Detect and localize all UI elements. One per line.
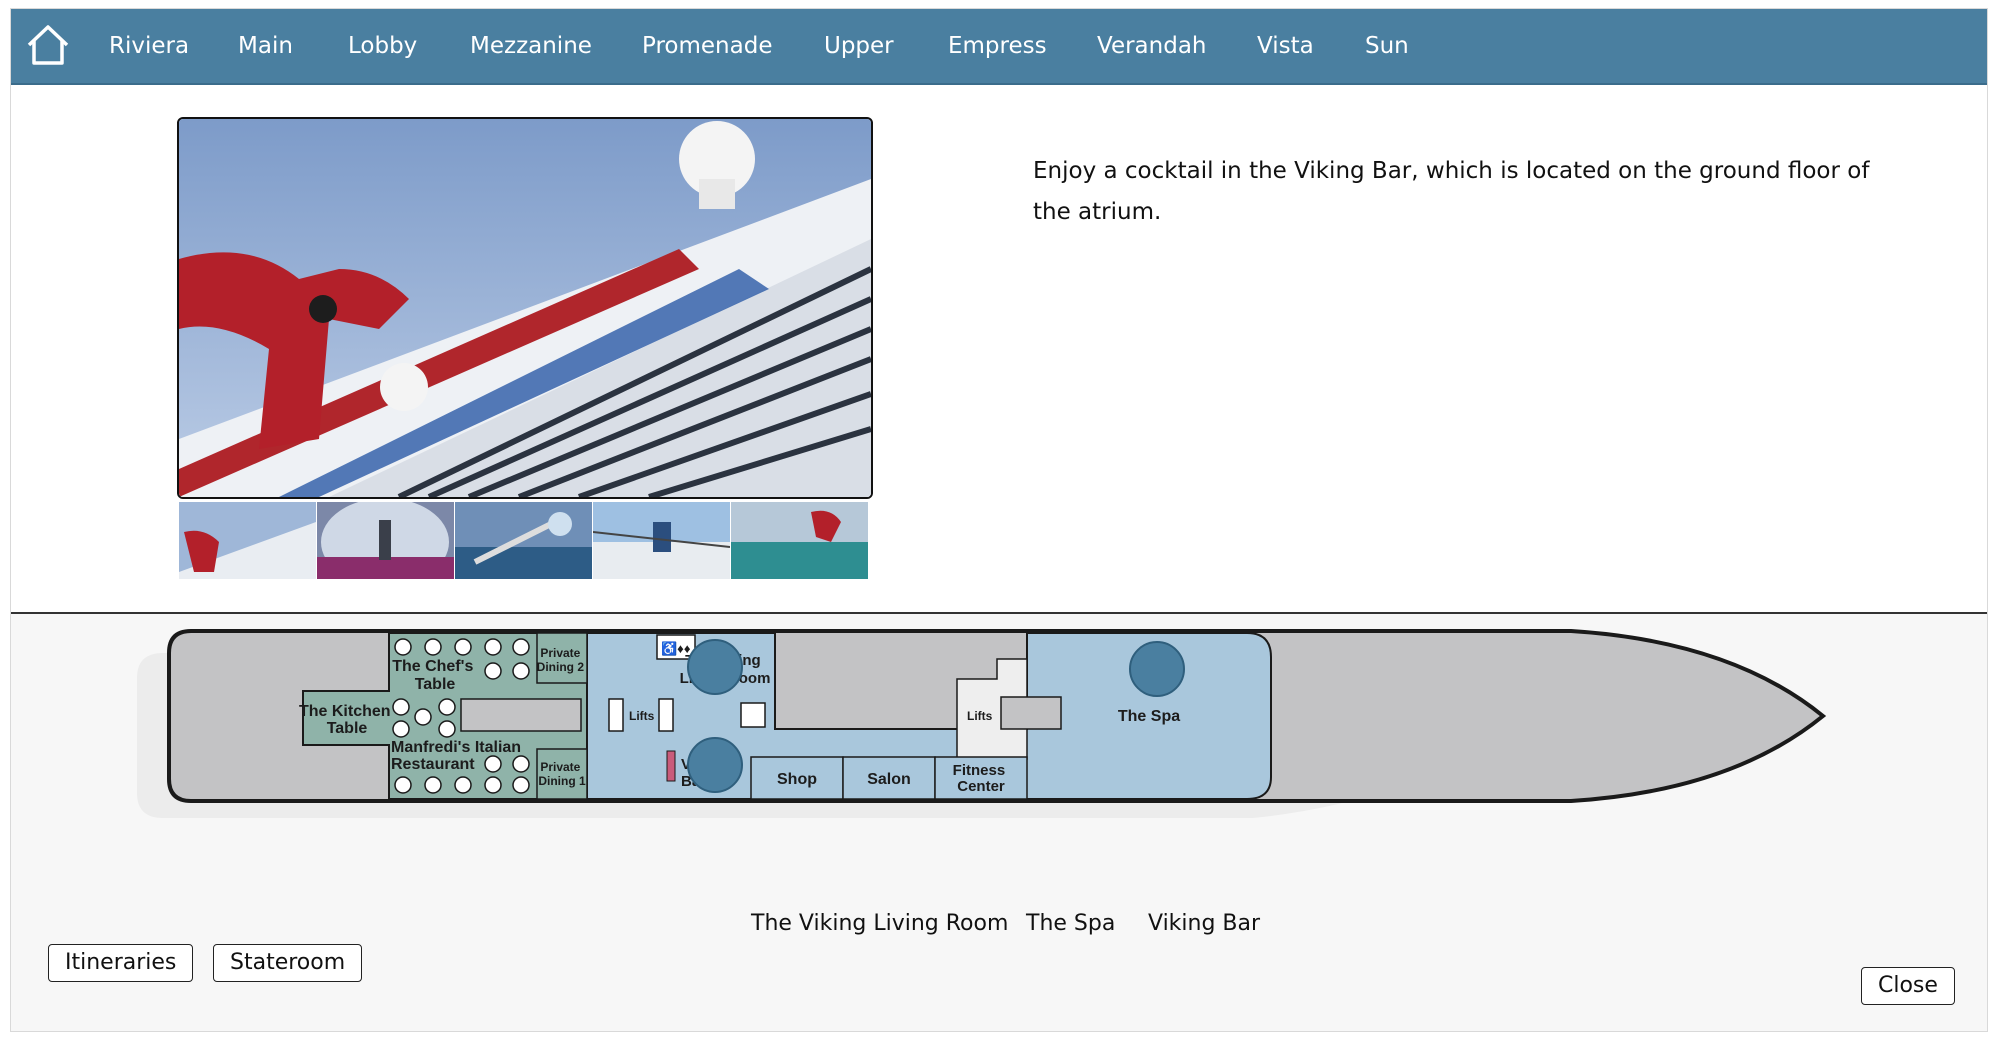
nav-deck-sun[interactable]: Sun bbox=[1365, 9, 1409, 83]
label-private-dining-2-b: Dining 2 bbox=[537, 660, 585, 674]
stateroom-button[interactable]: Stateroom bbox=[213, 944, 363, 982]
nav-deck-main[interactable]: Main bbox=[238, 9, 293, 83]
deck-viewer-window: Riviera Main Lobby Mezzanine Promenade U… bbox=[10, 8, 1988, 1032]
venue-description: Enjoy a cocktail in the Viking Bar, whic… bbox=[1033, 158, 1870, 225]
home-icon bbox=[27, 25, 69, 65]
marker-viking-bar[interactable] bbox=[687, 737, 743, 793]
nav-deck-empress[interactable]: Empress bbox=[948, 9, 1047, 83]
label-lifts-fwd: Lifts bbox=[967, 709, 993, 723]
nav-deck-vista[interactable]: Vista bbox=[1257, 9, 1314, 83]
legend-living-room[interactable]: The Viking Living Room bbox=[751, 911, 1008, 936]
gallery-thumbnail[interactable] bbox=[593, 502, 731, 579]
gallery-thumbnail[interactable] bbox=[317, 502, 455, 579]
venue-detail-panel: Enjoy a cocktail in the Viking Bar, whic… bbox=[11, 85, 1987, 612]
label-kitchen-table-1: The Kitchen bbox=[299, 703, 391, 720]
label-lifts-aft: Lifts bbox=[629, 709, 655, 723]
marker-spa[interactable] bbox=[1129, 641, 1185, 697]
label-salon: Salon bbox=[867, 771, 911, 788]
nav-deck-verandah[interactable]: Verandah bbox=[1097, 9, 1207, 83]
gallery-thumbnail[interactable] bbox=[731, 502, 868, 579]
label-chefs-table-1: The Chef's bbox=[392, 658, 473, 675]
marker-living-room[interactable] bbox=[687, 639, 743, 695]
label-fitness-1: Fitness bbox=[953, 762, 1006, 779]
label-private-dining-1-a: Private bbox=[540, 760, 580, 774]
deck-plan-panel: ♿♦♦ The Kitchen Table The Chef's Table M… bbox=[11, 614, 1987, 1031]
itineraries-button[interactable]: Itineraries bbox=[48, 944, 194, 982]
deck-plan-map: ♿♦♦ The Kitchen Table The Chef's Table M… bbox=[137, 629, 1827, 818]
label-private-dining-1-b: Dining 1 bbox=[538, 774, 586, 788]
home-button[interactable] bbox=[25, 23, 71, 67]
label-chefs-table-2: Table bbox=[415, 676, 456, 693]
nav-deck-lobby[interactable]: Lobby bbox=[348, 9, 417, 83]
nav-deck-upper[interactable]: Upper bbox=[824, 9, 894, 83]
nav-deck-promenade[interactable]: Promenade bbox=[642, 9, 772, 83]
deck-nav-bar: Riviera Main Lobby Mezzanine Promenade U… bbox=[11, 9, 1987, 85]
nav-deck-mezzanine[interactable]: Mezzanine bbox=[470, 9, 592, 83]
label-manfredis-2: Restaurant bbox=[391, 756, 475, 773]
gallery-thumbnail[interactable] bbox=[179, 502, 317, 579]
label-kitchen-table-2: Table bbox=[327, 720, 368, 737]
label-shop: Shop bbox=[777, 771, 817, 788]
close-button[interactable]: Close bbox=[1861, 967, 1955, 1005]
nav-deck-riviera[interactable]: Riviera bbox=[109, 9, 189, 83]
label-private-dining-2-a: Private bbox=[540, 646, 580, 660]
label-spa: The Spa bbox=[1118, 708, 1180, 725]
label-manfredis-1: Manfredi's Italian bbox=[391, 739, 521, 756]
main-ship-photo bbox=[177, 117, 873, 499]
legend-spa[interactable]: The Spa bbox=[1026, 911, 1115, 936]
gallery-thumbnail[interactable] bbox=[455, 502, 593, 579]
legend-viking-bar[interactable]: Viking Bar bbox=[1148, 911, 1260, 936]
svg-text:Fitness Center: Fitness Center bbox=[953, 762, 1010, 795]
label-fitness-2: Center bbox=[957, 778, 1005, 795]
